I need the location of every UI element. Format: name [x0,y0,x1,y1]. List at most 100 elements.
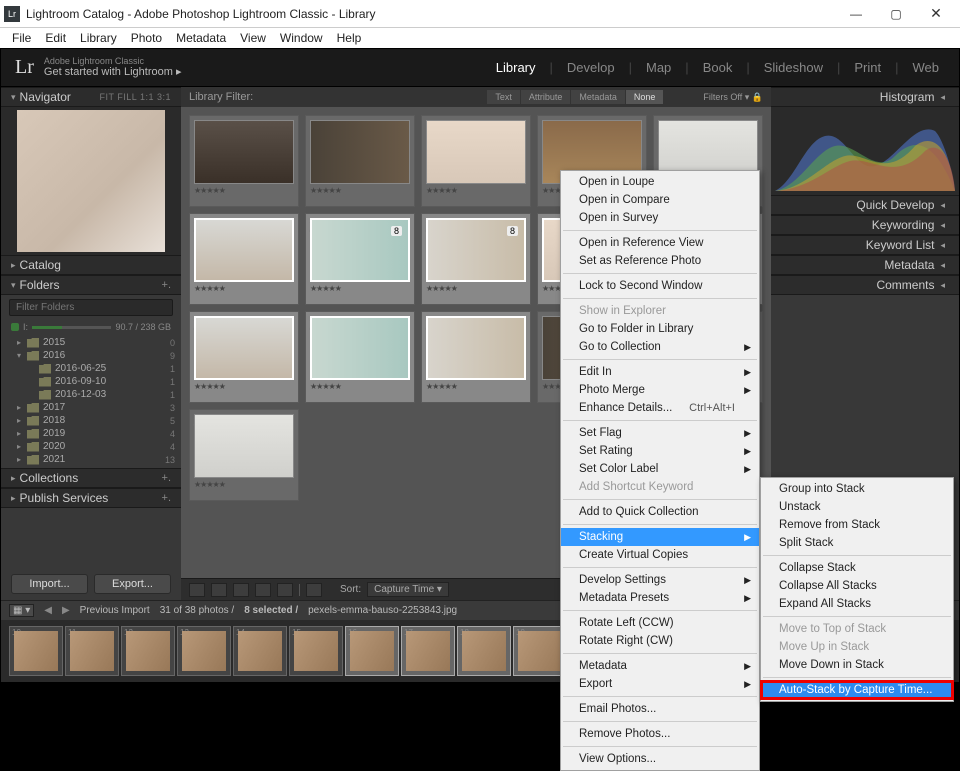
import-button[interactable]: Import... [11,574,88,594]
menu-item[interactable]: Remove Photos... [561,725,759,743]
publish-header[interactable]: ▸ Publish Services +. [1,488,181,508]
module-develop[interactable]: Develop [561,60,621,75]
grid-cell[interactable]: 17★★★★★ [305,115,415,207]
filmstrip-thumb[interactable]: 15 [289,626,343,676]
menu-item[interactable]: View Options... [561,750,759,768]
menu-item[interactable]: Remove from Stack [761,516,953,534]
menu-item[interactable]: Open in Loupe [561,173,759,191]
grid-cell[interactable]: 16★★★★★ [189,115,299,207]
module-web[interactable]: Web [907,60,946,75]
filter-tab-metadata[interactable]: Metadata [571,90,625,104]
module-map[interactable]: Map [640,60,677,75]
thumbnail[interactable] [426,120,526,184]
menu-window[interactable]: Window [274,29,329,47]
grid-cell[interactable]: 21★★★★★ [189,213,299,305]
grid-cell[interactable]: 26★★★★★ [189,311,299,403]
folder-node[interactable]: 2016-12-031 [7,388,175,401]
close-button[interactable]: ✕ [916,1,956,27]
module-print[interactable]: Print [848,60,887,75]
folder-node[interactable]: ▾20169 [7,349,175,362]
menu-item[interactable]: Metadata▶ [561,657,759,675]
grid-cell[interactable]: 28★★★★★ [421,311,531,403]
menu-item[interactable]: Auto-Stack by Capture Time... [761,681,953,699]
thumbnail[interactable] [426,316,526,380]
thumbnail[interactable]: 8 [310,218,410,282]
add-folder-icon[interactable]: +. [162,279,171,291]
filmstrip-thumb[interactable]: 16 [345,626,399,676]
folder-node[interactable]: ▸20173 [7,401,175,414]
menu-library[interactable]: Library [74,29,123,47]
menu-item[interactable]: Go to Collection▶ [561,338,759,356]
filter-folders-input[interactable] [9,299,173,316]
module-library[interactable]: Library [490,60,542,75]
folder-node[interactable]: ▸20194 [7,427,175,440]
maximize-button[interactable]: ▢ [876,1,916,27]
menu-item[interactable]: Collapse All Stacks [761,577,953,595]
filmstrip-thumb[interactable]: 13 [177,626,231,676]
histogram-header[interactable]: Histogram ◂ [771,87,959,107]
folders-header[interactable]: ▾ Folders +. [1,275,181,295]
menu-item[interactable]: Open in Compare [561,191,759,209]
menu-item[interactable]: Go to Folder in Library [561,320,759,338]
thumbnail[interactable] [194,414,294,478]
filmstrip-thumb[interactable]: 12 [121,626,175,676]
filmstrip-thumb[interactable]: 10 [9,626,63,676]
second-window-icon[interactable]: ▦ ▾ [9,604,34,617]
thumbnail[interactable]: 8 [426,218,526,282]
menu-item[interactable]: Set as Reference Photo [561,252,759,270]
menu-item[interactable]: Split Stack [761,534,953,552]
painter-icon[interactable] [306,583,322,597]
menu-metadata[interactable]: Metadata [170,29,232,47]
navigator-preview[interactable] [1,107,181,255]
menu-item[interactable]: Photo Merge▶ [561,381,759,399]
people-view-icon[interactable] [277,583,293,597]
filmstrip-thumb[interactable]: 19 [513,626,567,676]
module-book[interactable]: Book [697,60,739,75]
filmstrip-thumb[interactable]: 11 [65,626,119,676]
menu-item[interactable]: Email Photos... [561,700,759,718]
filmstrip-thumb[interactable]: 14 [233,626,287,676]
panel-comments[interactable]: Comments◂ [771,275,959,295]
filter-tab-none[interactable]: None [626,90,664,104]
loupe-view-icon[interactable] [211,583,227,597]
menu-item[interactable]: Metadata Presets▶ [561,589,759,607]
menu-item[interactable]: Set Rating▶ [561,442,759,460]
nav-fwd-icon[interactable]: ▶ [62,605,70,616]
grid-cell[interactable]: 18★★★★★ [421,115,531,207]
folder-node[interactable]: ▸202113 [7,453,175,466]
thumbnail[interactable] [194,120,294,184]
folder-node[interactable]: 2016-09-101 [7,375,175,388]
export-button[interactable]: Export... [94,574,171,594]
minimize-button[interactable]: — [836,1,876,27]
source-label[interactable]: Previous Import [80,605,150,616]
module-slideshow[interactable]: Slideshow [758,60,829,75]
filmstrip-thumb[interactable]: 18 [457,626,511,676]
filmstrip-thumb[interactable]: 17 [401,626,455,676]
thumbnail[interactable] [194,316,294,380]
filter-tab-attribute[interactable]: Attribute [521,90,571,104]
grid-cell[interactable]: 228★★★★★ [305,213,415,305]
panel-metadata[interactable]: Metadata◂ [771,255,959,275]
collections-header[interactable]: ▸ Collections +. [1,468,181,488]
panel-keyword-list[interactable]: Keyword List◂ [771,235,959,255]
menu-item[interactable]: Set Color Label▶ [561,460,759,478]
plus-icon[interactable]: +. [162,472,171,484]
folder-node[interactable]: ▸20150 [7,336,175,349]
menu-item[interactable]: Lock to Second Window [561,277,759,295]
menu-item[interactable]: Open in Survey [561,209,759,227]
menu-item[interactable]: Develop Settings▶ [561,571,759,589]
folder-node[interactable]: 2016-06-251 [7,362,175,375]
panel-quick-develop[interactable]: Quick Develop◂ [771,195,959,215]
folder-node[interactable]: ▸20204 [7,440,175,453]
plus-icon[interactable]: +. [162,492,171,504]
filter-tab-text[interactable]: Text [487,90,520,104]
menu-item[interactable]: Enhance Details...Ctrl+Alt+I [561,399,759,417]
menu-item[interactable]: Export▶ [561,675,759,693]
navigator-header[interactable]: ▾ Navigator FIT FILL 1:1 3:1 [1,87,181,107]
disk-volume[interactable]: I: 90.7 / 238 GB [1,320,181,334]
thumbnail[interactable] [194,218,294,282]
grid-cell[interactable]: 27★★★★★ [305,311,415,403]
filters-off-toggle[interactable]: Filters Off ▾ 🔒 [703,92,763,103]
menu-help[interactable]: Help [331,29,368,47]
menu-photo[interactable]: Photo [125,29,168,47]
